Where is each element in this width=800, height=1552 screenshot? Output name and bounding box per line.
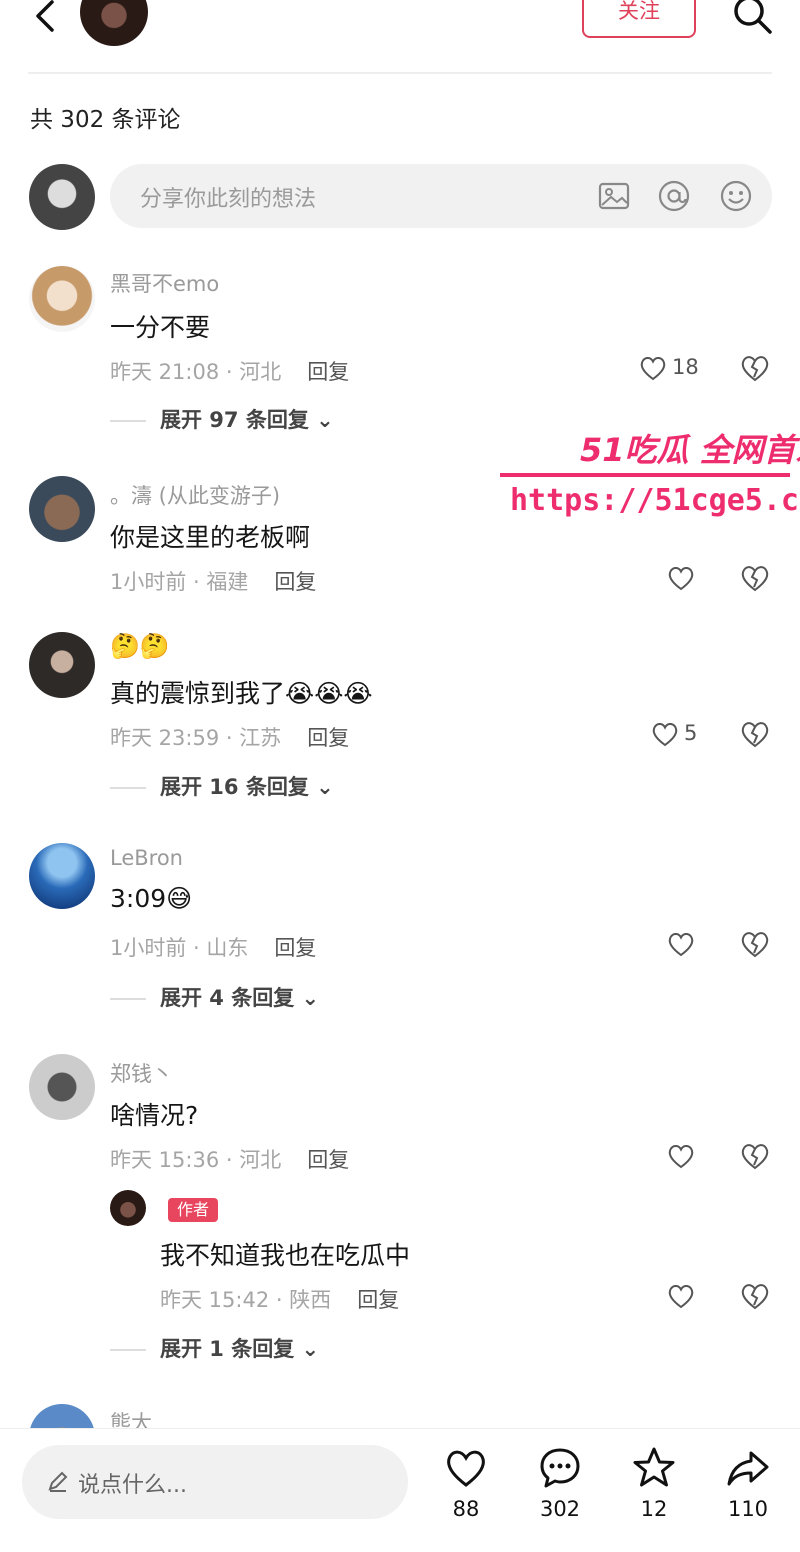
expand-replies[interactable]: 展开 4 条回复 ⌄ (110, 982, 319, 1012)
comment-meta: 1小时前 · 福建 回复 (110, 570, 317, 594)
dislike-icon[interactable] (738, 351, 772, 385)
dislike-icon[interactable] (738, 717, 772, 751)
comment-input[interactable]: 分享你此刻的想法 (110, 164, 772, 228)
comment-text: 真的震惊到我了😭😭😭 (110, 679, 373, 708)
comment-text: 啥情况? (110, 1101, 199, 1130)
follow-button[interactable]: 关注 (582, 0, 696, 38)
bottom-input-placeholder: 说点什么... (78, 1473, 187, 1498)
shares-count: 110 (727, 1497, 769, 1521)
pencil-icon (48, 1471, 68, 1492)
avatar[interactable] (29, 476, 95, 542)
comment-bubble-icon (540, 1448, 580, 1488)
heart-icon (668, 567, 694, 591)
mention-icon[interactable] (656, 178, 692, 214)
like-button[interactable]: 5 (650, 717, 740, 753)
comments-count: 302 (539, 1497, 581, 1521)
back-arrow-icon[interactable] (30, 0, 60, 38)
author-avatar[interactable] (80, 0, 148, 46)
top-bar: 关注 (0, 0, 800, 62)
comment-meta: 昨天 15:36 · 河北 回复 (110, 1148, 350, 1172)
comment-meta: 1小时前 · 山东 回复 (110, 936, 317, 960)
favorites-count: 12 (640, 1497, 668, 1521)
heart-icon (652, 723, 678, 747)
comment-username[interactable]: 。濤 (从此变游子) (110, 480, 280, 510)
expand-line (110, 998, 146, 1000)
reply-button[interactable]: 回复 (357, 1288, 399, 1312)
author-badge: 作者 (168, 1198, 218, 1222)
comment-count: 共 302 条评论 (30, 107, 181, 133)
heart-icon (668, 933, 694, 957)
heart-icon (640, 357, 666, 381)
comment-text: 3:09😅 (110, 884, 193, 913)
reply-button[interactable]: 回复 (307, 726, 349, 750)
bottom-bar: 说点什么... 88 302 12 110 (0, 1428, 800, 1552)
avatar[interactable] (29, 266, 95, 332)
likes-count: 88 (452, 1497, 480, 1521)
like-count: 5 (684, 721, 698, 745)
my-avatar (29, 164, 95, 230)
comment-input-placeholder: 分享你此刻的想法 (140, 187, 317, 212)
comment-username[interactable]: 郑钱丶 (110, 1058, 173, 1088)
expand-replies[interactable]: 展开 97 条回复 ⌄ (110, 404, 334, 434)
watermark-line (500, 473, 790, 477)
comment-meta: 昨天 23:59 · 江苏 回复 (110, 726, 350, 750)
author-reply-avatar[interactable] (110, 1190, 146, 1226)
dislike-icon[interactable] (738, 1139, 772, 1173)
comment-meta: 昨天 21:08 · 河北 回复 (110, 360, 350, 384)
expand-replies[interactable]: 展开 16 条回复 ⌄ (110, 771, 334, 801)
reply-button[interactable]: 回复 (274, 570, 316, 594)
comment-username[interactable]: LeBron (110, 846, 183, 870)
dislike-icon[interactable] (738, 927, 772, 961)
watermark-title: 51吃瓜 全网首发 (580, 431, 800, 469)
favorites-button[interactable]: 12 (624, 1445, 684, 1535)
author-reply-meta: 昨天 15:42 · 陕西 回复 (160, 1288, 400, 1312)
comment-text: 一分不要 (110, 313, 211, 342)
image-icon[interactable] (596, 178, 632, 214)
comment-username[interactable]: 黑哥不emo (110, 268, 219, 298)
watermark-url: https://51cge5.com (510, 483, 800, 518)
expand-line (110, 1349, 146, 1351)
watermark: 51吃瓜 全网首发 https://51cge5.com (500, 425, 800, 535)
like-count: 18 (672, 355, 699, 379)
heart-icon (668, 1145, 694, 1169)
avatar[interactable] (29, 843, 95, 909)
heart-icon (447, 1450, 485, 1487)
emoji-icon[interactable] (718, 178, 754, 214)
likes-button[interactable]: 88 (436, 1445, 496, 1535)
reply-button[interactable]: 回复 (274, 936, 316, 960)
share-icon (727, 1451, 769, 1486)
dislike-icon[interactable] (738, 561, 772, 595)
comment-text: 你是这里的老板啊 (110, 523, 311, 552)
expand-replies[interactable]: 展开 1 条回复 ⌄ (110, 1333, 319, 1363)
share-button[interactable]: 110 (718, 1445, 778, 1535)
bottom-comment-input[interactable]: 说点什么... (22, 1445, 408, 1519)
author-reply-text: 我不知道我也在吃瓜中 (160, 1241, 411, 1270)
expand-line (110, 787, 146, 789)
like-button[interactable]: 18 (638, 351, 728, 387)
heart-icon (668, 1285, 694, 1309)
avatar[interactable] (29, 632, 95, 698)
star-icon (633, 1447, 675, 1487)
avatar[interactable] (29, 1054, 95, 1120)
comment-username[interactable]: 🤔🤔 (110, 632, 170, 660)
search-icon[interactable] (730, 0, 774, 38)
dislike-icon[interactable] (738, 1279, 772, 1313)
reply-button[interactable]: 回复 (307, 1148, 349, 1172)
divider (28, 72, 772, 74)
comments-button[interactable]: 302 (530, 1445, 590, 1535)
reply-button[interactable]: 回复 (307, 360, 349, 384)
expand-line (110, 420, 146, 422)
